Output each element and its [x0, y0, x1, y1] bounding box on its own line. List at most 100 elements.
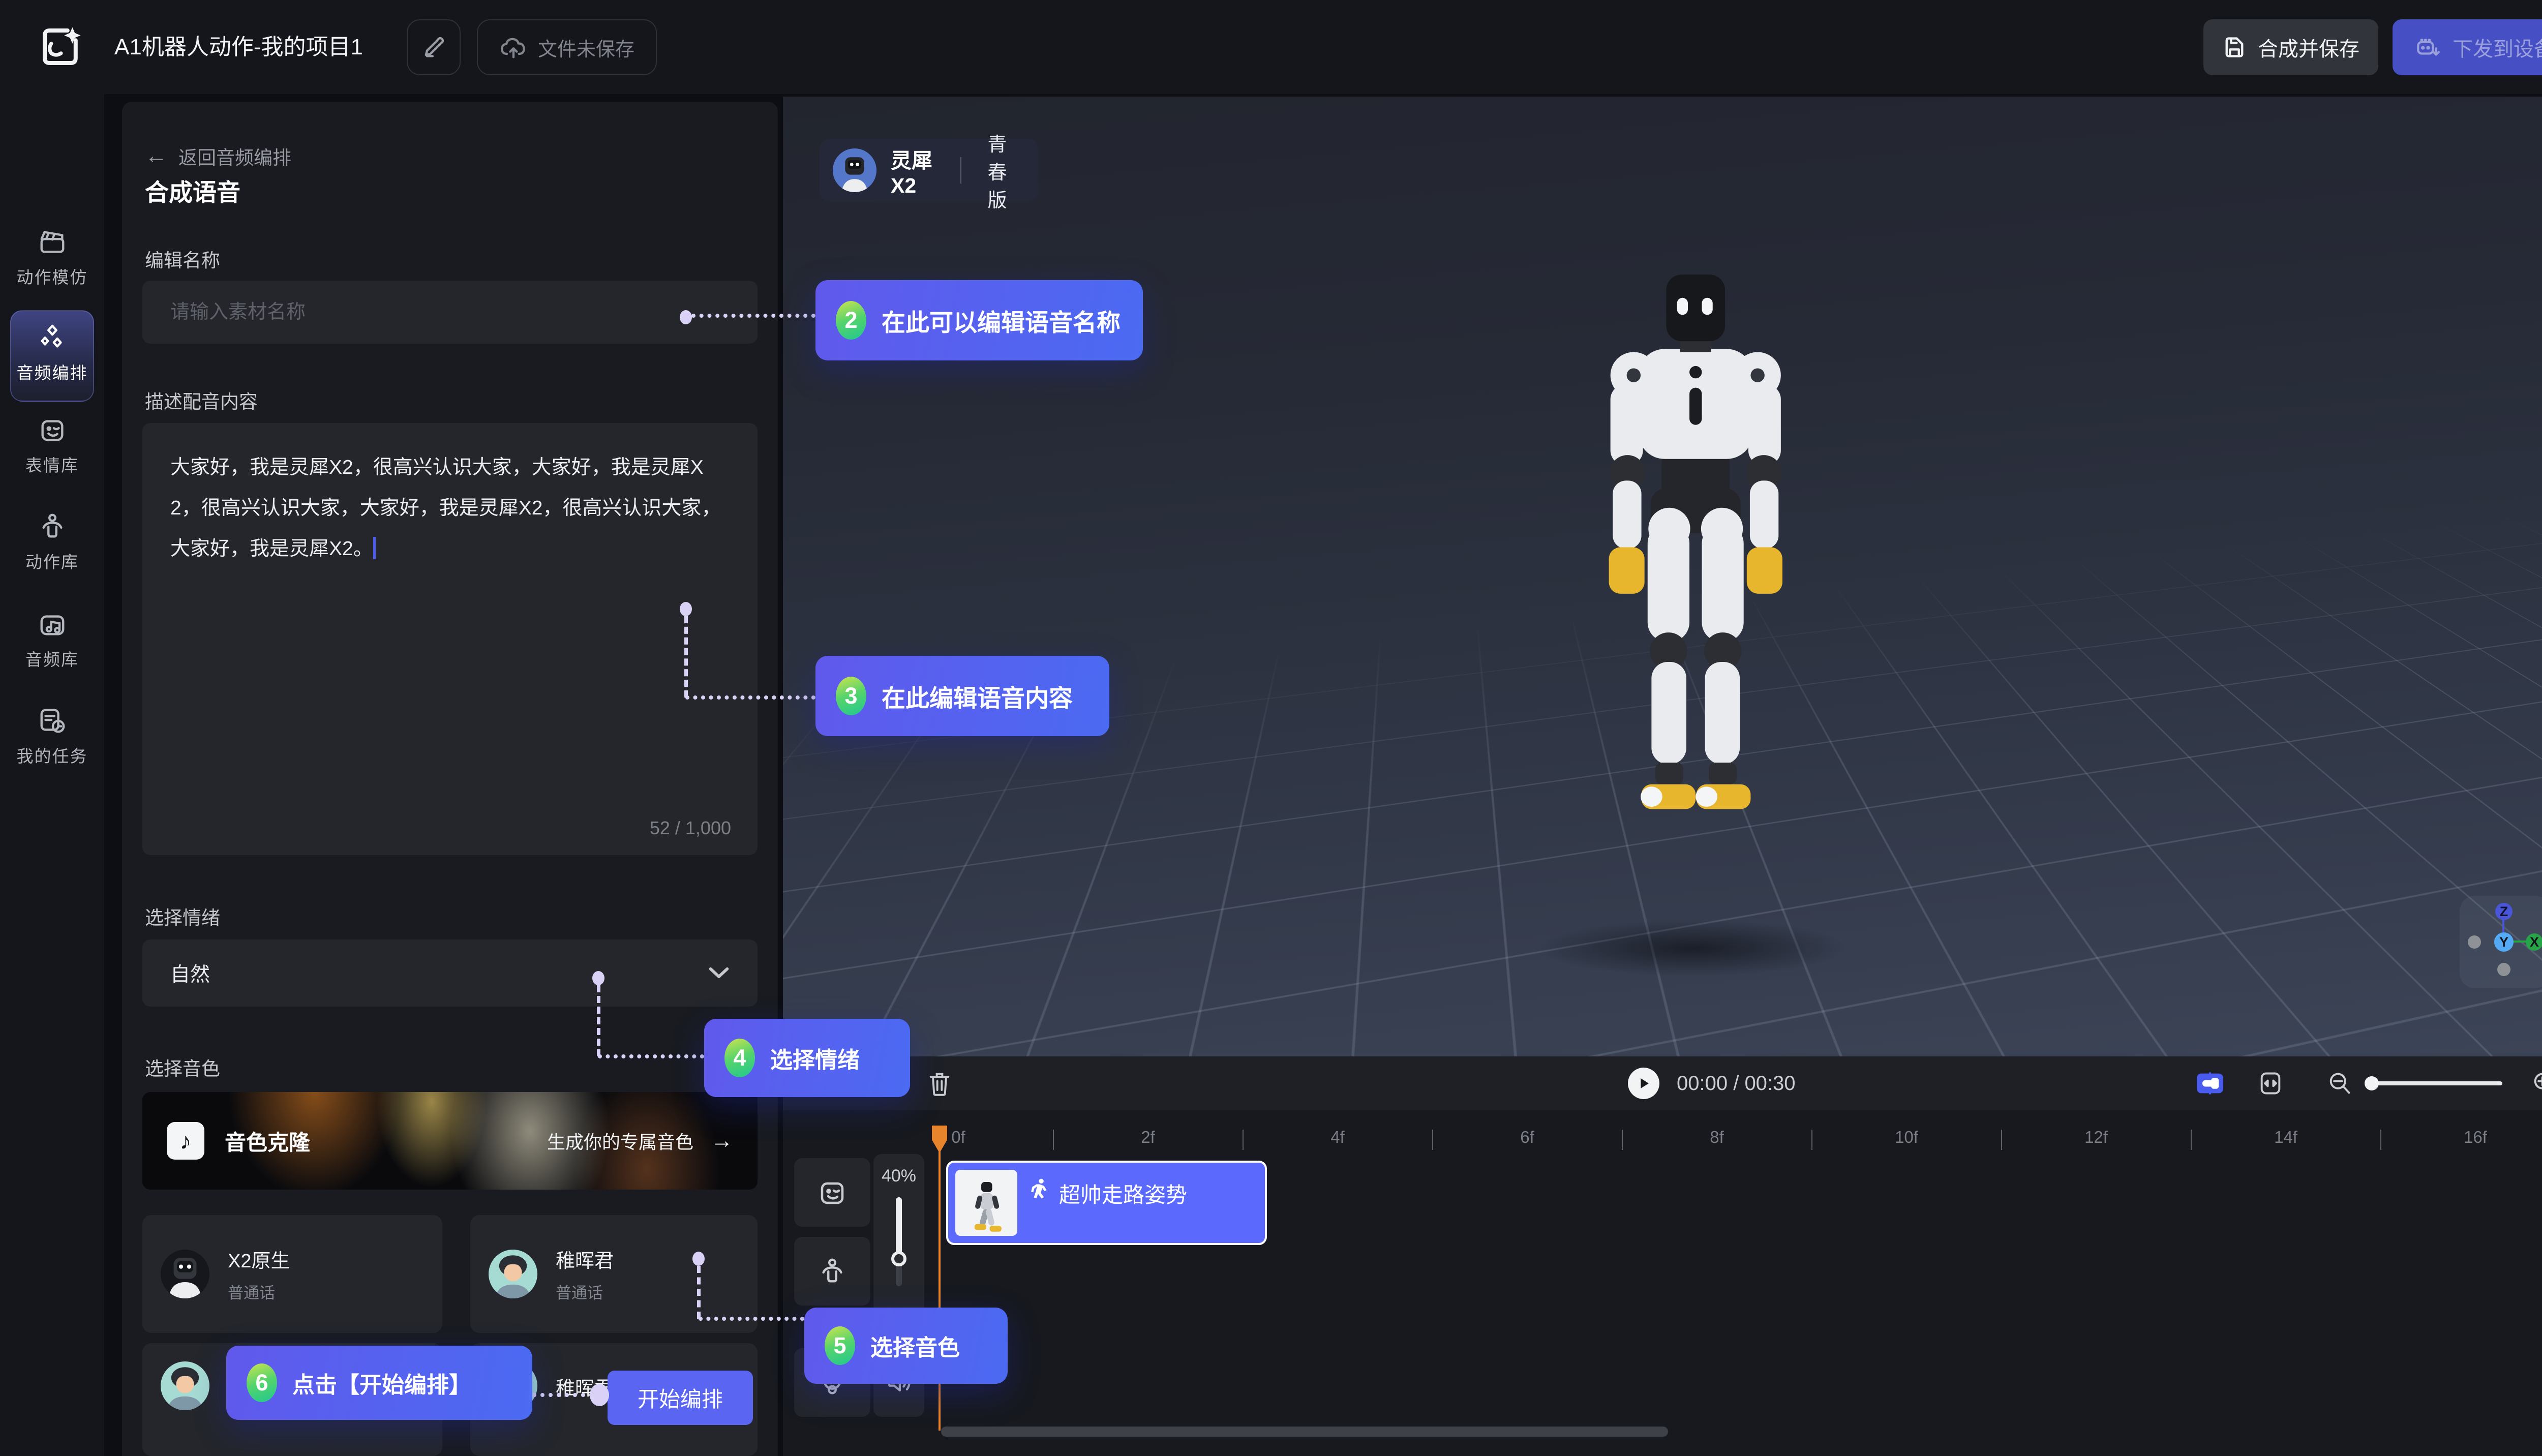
walking-person-icon: [1031, 1178, 1050, 1201]
tutorial-step-2: 2 在此可以编辑语音名称: [815, 280, 1143, 360]
timeline-toolbar: 00:00 / 00:30: [783, 1056, 2542, 1110]
arrow-right-icon: →: [711, 1128, 733, 1154]
sidebar-item-audio-library[interactable]: 音频库: [0, 610, 104, 671]
step-2-number: 2: [836, 301, 866, 340]
snap-toggle-button[interactable]: [2194, 1056, 2226, 1110]
robot-model-badge[interactable]: 灵犀X2 青春版: [820, 139, 1038, 202]
emotion-select[interactable]: 自然: [142, 939, 758, 1007]
synthesize-voice-panel: ← 返回音频编排 合成语音 编辑名称 描述配音内容 大家好，我是灵犀X2，很高兴…: [122, 102, 778, 1456]
step-3-text: 在此编辑语音内容: [882, 679, 1073, 714]
ruler-tick: [1432, 1130, 1433, 1150]
axis-gizmo[interactable]: Z Y X: [2460, 896, 2542, 988]
chevron-down-icon: [708, 966, 730, 980]
fit-timeline-button[interactable]: [2254, 1056, 2287, 1110]
voice-card-x2-native[interactable]: X2原生 普通话: [142, 1215, 442, 1333]
axis-z-handle[interactable]: Z: [2495, 903, 2513, 920]
clip-label-text: 超帅走路姿势: [1059, 1178, 1187, 1209]
my-tasks-icon: [0, 706, 104, 736]
connector-dot-6: [590, 1384, 609, 1406]
axis-neg-x-handle[interactable]: [2468, 935, 2481, 949]
deploy-to-device-button[interactable]: 下发到设备: [2393, 19, 2542, 75]
step-4-text: 选择情绪: [770, 1042, 860, 1074]
playhead-handle[interactable]: [931, 1125, 948, 1154]
file-status-button[interactable]: 文件未保存: [477, 19, 657, 75]
ruler-label: 16f: [2464, 1128, 2487, 1147]
clone-cta[interactable]: 生成你的专属音色 →: [547, 1128, 733, 1154]
ruler-label: 4f: [1330, 1128, 1345, 1147]
playhead-line[interactable]: [939, 1126, 941, 1431]
timeline-zoom-slider[interactable]: [2367, 1081, 2502, 1085]
robot-download-icon: [2414, 35, 2441, 60]
ruler-tick: [2380, 1130, 2381, 1150]
sidebar-label: 表情库: [0, 452, 104, 476]
sidebar-item-my-tasks[interactable]: 我的任务: [0, 706, 104, 767]
avatar-robot: [161, 1250, 209, 1298]
timeline-clip-walk-pose[interactable]: 超帅走路姿势: [946, 1161, 1267, 1245]
ruler-label: 2f: [1141, 1128, 1155, 1147]
ruler-tick: [1243, 1130, 1244, 1150]
text-caret: [373, 537, 376, 559]
sidebar-item-motion-mimic[interactable]: 动作模仿: [0, 227, 104, 288]
connector-vline-5: [697, 1266, 701, 1319]
axis-neg-z-handle[interactable]: [2497, 963, 2510, 976]
step-4-number: 4: [724, 1039, 755, 1077]
motion-icon: [0, 512, 104, 541]
synthesize-save-button[interactable]: 合成并保存: [2203, 19, 2378, 75]
zoom-out-icon[interactable]: [2323, 1056, 2356, 1110]
app-logo-icon: [37, 22, 85, 71]
voice-content-textarea[interactable]: 大家好，我是灵犀X2，很高兴认识大家，大家好，我是灵犀X2，很高兴认识大家，大家…: [142, 423, 758, 855]
sidebar-item-expression-library[interactable]: 表情库: [0, 415, 104, 476]
axis-x-handle[interactable]: X: [2526, 933, 2542, 951]
sidebar-nav: 动作模仿 音频编排 表情库 动作库 音频库: [0, 94, 104, 1456]
back-to-audio-arrange[interactable]: ← 返回音频编排: [145, 142, 291, 170]
rename-project-button[interactable]: [407, 19, 461, 75]
clip-thumbnail: [955, 1170, 1017, 1236]
speed-vertical-slider[interactable]: [896, 1197, 902, 1286]
emotion-value: 自然: [170, 959, 210, 987]
ruler-label: 8f: [1710, 1128, 1724, 1147]
motion-track-button[interactable]: [794, 1237, 870, 1306]
axis-z-line: [2502, 918, 2504, 932]
zoom-in-icon[interactable]: [2528, 1056, 2542, 1110]
sidebar-label: 动作模仿: [0, 264, 104, 288]
connector-line-4: [598, 1054, 704, 1058]
speed-slider-thumb[interactable]: [891, 1251, 906, 1266]
robot-avatar: [833, 148, 876, 192]
ruler-tick: [1811, 1130, 1812, 1150]
clone-title: 音色克隆: [225, 1126, 310, 1157]
sidebar-item-audio-arrange[interactable]: 音频编排: [0, 323, 104, 384]
connector-vline-3: [684, 616, 688, 697]
step-2-text: 在此可以编辑语音名称: [882, 303, 1121, 338]
connector-dot-4: [592, 971, 604, 985]
speed-value: 40%: [882, 1166, 916, 1186]
voice-clone-banner[interactable]: ♪ 音色克隆 生成你的专属音色 →: [142, 1092, 758, 1190]
axis-y-handle[interactable]: Y: [2494, 932, 2514, 952]
ruler-label: 14f: [2274, 1128, 2297, 1147]
ruler-tick: [1622, 1130, 1623, 1150]
humanoid-robot-model[interactable]: [1525, 191, 1851, 938]
material-name-input[interactable]: [142, 281, 758, 344]
voice-card-zhihuijun[interactable]: 稚晖君 普通话: [470, 1215, 758, 1333]
file-status-label: 文件未保存: [538, 34, 634, 62]
connector-vline-4: [597, 985, 600, 1056]
zoom-slider-thumb[interactable]: [2365, 1076, 2379, 1090]
robot-3d-viewport[interactable]: 灵犀X2 青春版 Z Y X: [783, 97, 2542, 1056]
timeline-horizontal-scrollbar[interactable]: [941, 1427, 1668, 1437]
delete-clip-button[interactable]: [924, 1056, 955, 1110]
avatar-person: [489, 1250, 537, 1298]
play-button[interactable]: [1628, 1068, 1659, 1099]
voice-field-label: 选择音色: [145, 1053, 220, 1081]
sidebar-label: 我的任务: [0, 743, 104, 767]
tutorial-step-6: 6 点击【开始编排】: [226, 1346, 532, 1420]
music-note-icon: ♪: [167, 1122, 204, 1160]
app-root: A1机器人动作-我的项目1 文件未保存 合成并保存 下发到设备: [0, 0, 2542, 1456]
start-arrange-button[interactable]: 开始编排: [608, 1371, 753, 1425]
panel-title: 合成语音: [145, 173, 240, 208]
time-display: 00:00 / 00:30: [1677, 1056, 1796, 1110]
save-icon: [2222, 35, 2247, 59]
audio-arrange-icon: [0, 323, 104, 352]
sidebar-label: 音频库: [0, 646, 104, 671]
sidebar-item-motion-library[interactable]: 动作库: [0, 512, 104, 573]
expression-track-button[interactable]: [794, 1158, 870, 1227]
sidebar-label: 动作库: [0, 549, 104, 573]
